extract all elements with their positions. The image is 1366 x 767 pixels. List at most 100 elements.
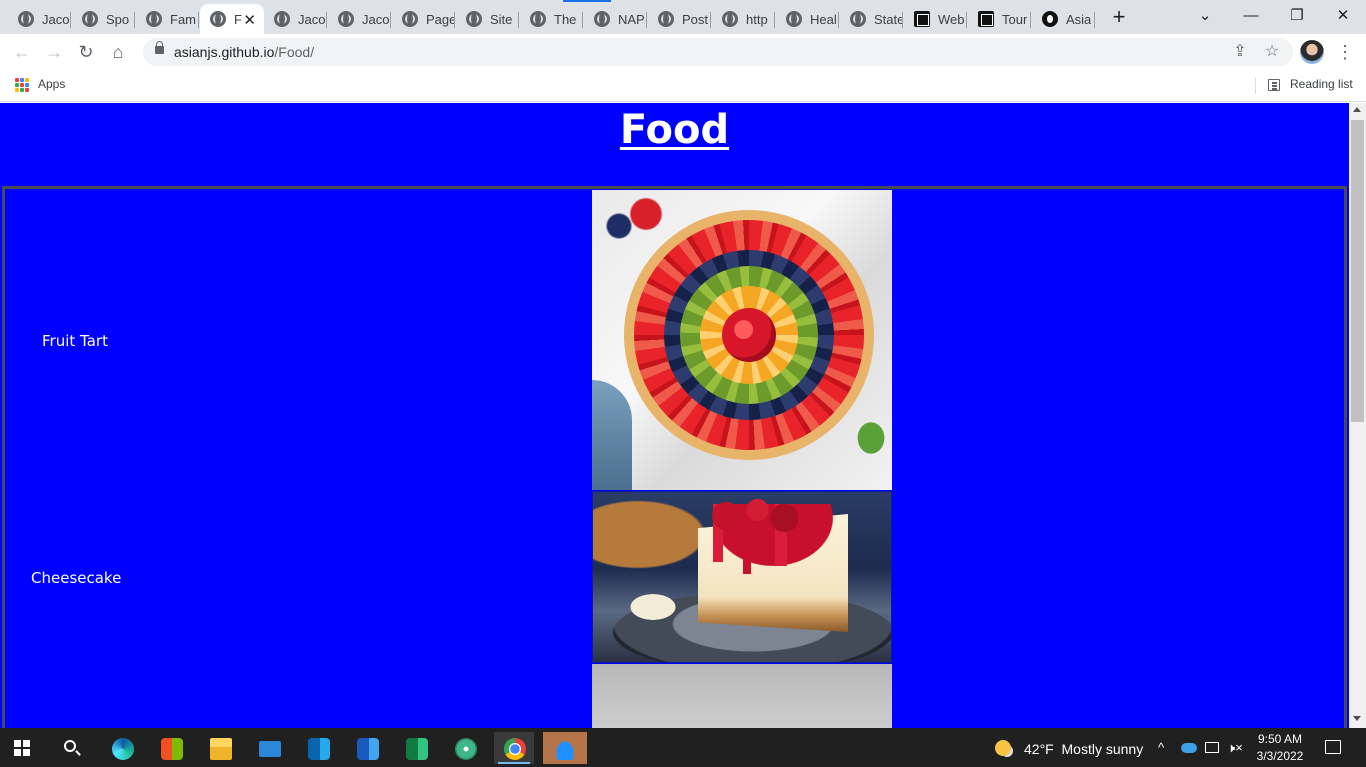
taskbar-file-explorer[interactable] <box>200 732 240 764</box>
tab-label: http <box>746 11 768 27</box>
close-window-button[interactable]: ✕ <box>1320 4 1366 28</box>
address-bar[interactable]: asianjs.github.io/Food/ ⇪ ☆ <box>143 38 1293 66</box>
tab-label: NAP <box>618 11 645 27</box>
taskbar-edge[interactable] <box>102 732 142 764</box>
share-icon[interactable]: ⇪ <box>1228 40 1252 64</box>
media-playing-indicator <box>563 0 611 2</box>
tab-label: Heal <box>810 11 837 27</box>
browser-toolbar: ← → ↻ ⌂ asianjs.github.io/Food/ ⇪ ☆ ⋮ <box>0 34 1366 70</box>
reading-list-button[interactable]: Reading list <box>1290 77 1353 91</box>
scroll-up-arrow-icon[interactable] <box>1353 107 1361 112</box>
square-logo-icon <box>914 11 930 27</box>
globe-icon <box>722 11 738 27</box>
close-tab-icon[interactable]: ✕ <box>243 11 256 29</box>
notification-center-icon[interactable] <box>1325 740 1341 754</box>
tab-17[interactable]: Asia <box>1032 4 1095 34</box>
taskbar-excel[interactable] <box>396 732 436 764</box>
globe-icon <box>466 11 482 27</box>
reading-list-icon[interactable] <box>1268 79 1280 91</box>
taskbar-mail[interactable] <box>249 732 289 764</box>
forward-button[interactable]: → <box>42 40 66 64</box>
tab-search-dropdown-icon[interactable]: ⌄ <box>1182 4 1228 28</box>
taskbar-chrome[interactable] <box>494 732 534 764</box>
github-icon <box>1042 11 1058 27</box>
globe-icon <box>658 11 674 27</box>
divider <box>1255 78 1256 94</box>
tab-8[interactable]: Site <box>456 4 519 34</box>
third-food-image <box>592 664 892 728</box>
weather-condition: Mostly sunny <box>1061 741 1144 757</box>
atom-icon <box>455 738 477 760</box>
network-icon[interactable] <box>1205 742 1219 753</box>
tab-label: Spo <box>106 11 130 27</box>
tab-label: Fam <box>170 11 196 27</box>
word-icon <box>357 738 379 760</box>
taskbar-atom[interactable] <box>445 732 485 764</box>
search-button[interactable] <box>52 732 92 764</box>
start-button[interactable] <box>2 732 42 764</box>
globe-icon <box>210 11 226 27</box>
lock-icon[interactable] <box>155 41 164 54</box>
edge-icon <box>112 738 134 760</box>
tab-6[interactable]: Jaco <box>328 4 391 34</box>
restore-button[interactable]: ❐ <box>1274 4 1320 28</box>
reload-button[interactable]: ↻ <box>74 40 98 64</box>
weather-temp: 42°F <box>1024 741 1054 757</box>
cheesecake-image <box>592 491 892 663</box>
onedrive-tray-icon[interactable] <box>1181 743 1197 753</box>
tab-1[interactable]: Jaco <box>8 4 71 34</box>
tab-16[interactable]: Tour <box>968 4 1031 34</box>
clock[interactable]: 9:50 AM 3/3/2022 <box>1252 731 1308 765</box>
minimize-button[interactable]: — <box>1228 4 1274 28</box>
weather-icon[interactable] <box>995 740 1011 756</box>
home-button[interactable]: ⌂ <box>106 40 130 64</box>
tab-12[interactable]: http <box>712 4 775 34</box>
new-tab-button[interactable]: + <box>1108 6 1130 28</box>
tab-label: F <box>234 11 242 27</box>
globe-icon <box>82 11 98 27</box>
bookmark-star-icon[interactable]: ☆ <box>1260 40 1284 64</box>
tab-active-food[interactable]: F ✕ <box>200 4 264 34</box>
back-button[interactable]: ← <box>10 40 34 64</box>
food-name-cheesecake: Cheesecake <box>31 569 122 587</box>
vertical-scrollbar[interactable] <box>1349 103 1366 728</box>
profile-avatar[interactable] <box>1300 40 1324 64</box>
tab-13[interactable]: Heal <box>776 4 839 34</box>
scrollbar-thumb[interactable] <box>1351 120 1364 422</box>
tab-3[interactable]: Fam <box>136 4 199 34</box>
taskbar-outlook[interactable] <box>298 732 338 764</box>
globe-icon <box>274 11 290 27</box>
tab-15[interactable]: Web <box>904 4 967 34</box>
weather-widget[interactable]: 42°F Mostly sunny <box>1024 741 1143 757</box>
tab-5[interactable]: Jaco <box>264 4 327 34</box>
windows-taskbar: 42°F Mostly sunny ^ 🕨× 9:50 AM 3/3/2022 <box>0 728 1366 767</box>
show-hidden-icons-chevron-icon[interactable]: ^ <box>1158 740 1164 755</box>
tab-9[interactable]: The <box>520 4 583 34</box>
taskbar-store[interactable] <box>151 732 191 764</box>
tab-label: The <box>554 11 577 27</box>
tab-label: Post <box>682 11 709 27</box>
apps-shortcut[interactable]: Apps <box>38 77 65 91</box>
taskbar-word[interactable] <box>347 732 387 764</box>
tab-2[interactable]: Spo <box>72 4 135 34</box>
tab-14[interactable]: State <box>840 4 903 34</box>
globe-icon <box>786 11 802 27</box>
clock-time: 9:50 AM <box>1257 732 1303 746</box>
url-path: /Food/ <box>274 44 315 60</box>
tab-11[interactable]: Post <box>648 4 711 34</box>
search-icon <box>64 740 76 752</box>
tab-10[interactable]: NAP <box>584 4 647 34</box>
taskbar-onedrive[interactable] <box>543 732 587 764</box>
apps-grid-icon[interactable] <box>15 78 29 92</box>
url-text[interactable]: asianjs.github.io/Food/ <box>174 44 314 60</box>
volume-muted-icon[interactable]: 🕨× <box>1227 740 1243 756</box>
windows-logo-icon <box>14 740 30 756</box>
clock-date: 3/3/2022 <box>1256 749 1304 763</box>
tab-label: State <box>874 11 903 27</box>
tab-label: Site <box>490 11 513 27</box>
tab-7[interactable]: Page <box>392 4 455 34</box>
store-icon <box>161 738 183 760</box>
page-title: Food <box>619 107 730 153</box>
scroll-down-arrow-icon[interactable] <box>1353 716 1361 721</box>
chrome-menu-icon[interactable]: ⋮ <box>1336 40 1354 64</box>
